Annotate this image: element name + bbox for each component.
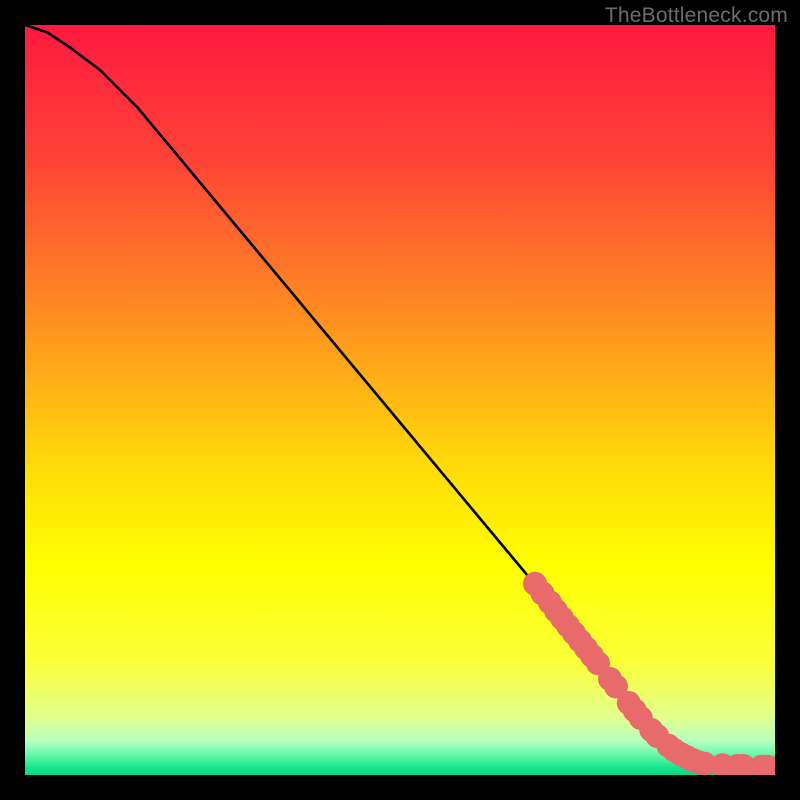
chart-plot-area xyxy=(25,25,775,775)
chart-svg xyxy=(25,25,775,775)
chart-background xyxy=(25,25,775,775)
chart-frame: TheBottleneck.com xyxy=(0,0,800,800)
